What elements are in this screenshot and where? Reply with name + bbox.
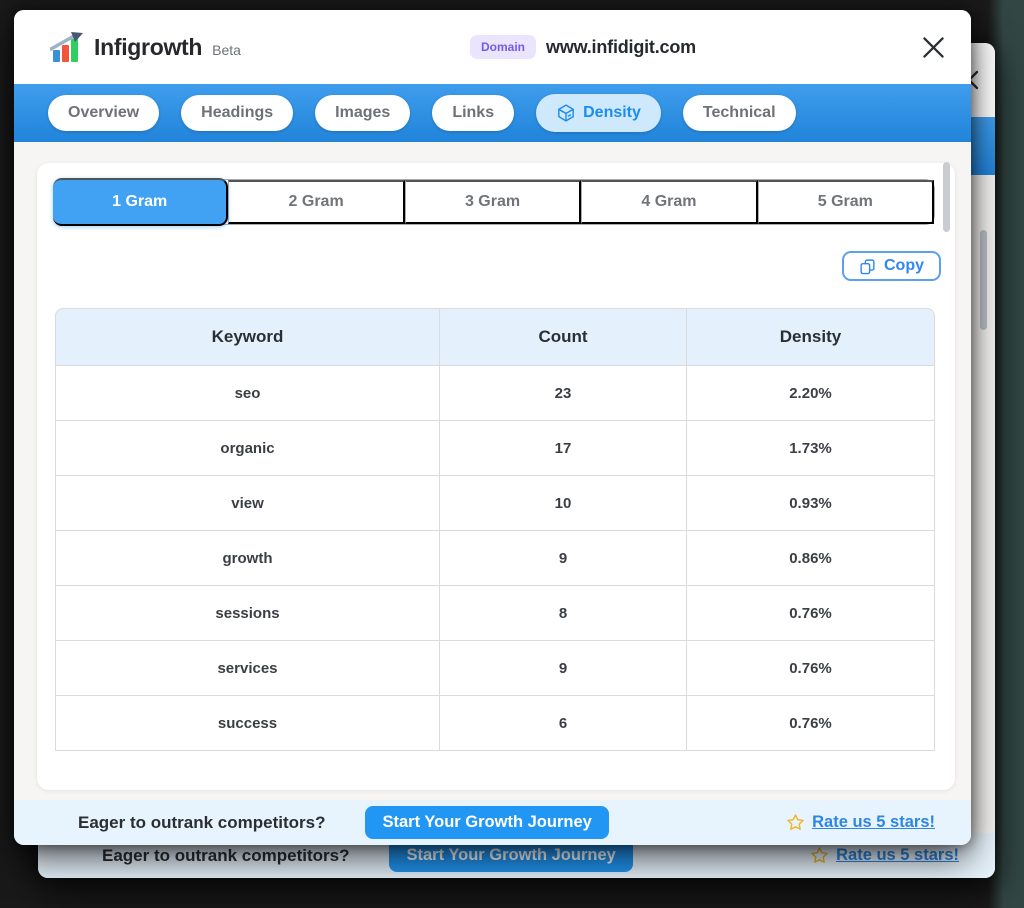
column-header-density: Density [687,308,935,366]
brand: Infigrowth Beta [38,32,241,62]
modal-header: Infigrowth Beta Domain www.infidigit.com [14,10,971,84]
footer-question: Eager to outrank competitors? [78,813,325,833]
tab-label: Density [583,104,641,122]
cell-count: 23 [440,366,687,421]
copy-button[interactable]: Copy [842,251,941,281]
rate-us-link[interactable]: Rate us 5 stars! [836,846,959,865]
cell-count: 17 [440,421,687,476]
table-header-row: Keyword Count Density [55,308,935,366]
table-row: organic 17 1.73% [55,421,935,476]
cell-density: 0.76% [687,641,935,696]
cell-count: 9 [440,641,687,696]
tab-images[interactable]: Images [315,95,410,131]
copy-icon [859,258,876,275]
gram-tab-4[interactable]: 4 Gram [581,180,757,224]
tab-technical[interactable]: Technical [683,95,796,131]
brand-beta-label: Beta [212,42,241,58]
cell-keyword: success [55,696,440,751]
tab-label: Links [452,104,494,122]
star-icon [786,813,805,832]
tab-density[interactable]: Density [536,94,661,132]
cube-icon [556,103,576,123]
tab-label: Headings [201,104,273,122]
domain-badge: Domain [470,35,536,59]
table-row: services 9 0.76% [55,641,935,696]
tab-links[interactable]: Links [432,95,514,131]
column-header-count: Count [440,308,687,366]
gram-tab-5[interactable]: 5 Gram [758,180,934,224]
cell-count: 10 [440,476,687,531]
cell-density: 2.20% [687,366,935,421]
domain-group: Domain www.infidigit.com [470,10,696,84]
column-header-keyword: Keyword [55,308,440,366]
background-scrollbar[interactable] [980,230,987,330]
star-icon [810,846,829,865]
cell-count: 6 [440,696,687,751]
cell-density: 0.76% [687,586,935,641]
content-area: 1 Gram 2 Gram 3 Gram 4 Gram 5 Gram Copy [14,142,971,800]
infigrowth-logo-icon [50,32,86,62]
close-icon [921,35,946,60]
start-growth-journey-button[interactable]: Start Your Growth Journey [365,806,608,839]
modal-footer: Eager to outrank competitors? Start Your… [14,800,971,845]
copy-label: Copy [884,257,924,275]
cell-keyword: organic [55,421,440,476]
tab-overview[interactable]: Overview [48,95,159,131]
cell-keyword: seo [55,366,440,421]
cell-density: 0.86% [687,531,935,586]
tab-label: Overview [68,104,139,122]
close-button[interactable] [919,33,947,61]
infigrowth-modal: Infigrowth Beta Domain www.infidigit.com… [14,10,971,845]
tab-headings[interactable]: Headings [181,95,293,131]
table-row: sessions 8 0.76% [55,586,935,641]
cell-count: 8 [440,586,687,641]
brand-name: Infigrowth [94,34,202,61]
cell-count: 9 [440,531,687,586]
tab-label: Technical [703,104,776,122]
domain-url: www.infidigit.com [546,37,696,58]
table-row: view 10 0.93% [55,476,935,531]
cell-density: 1.73% [687,421,935,476]
table-row: success 6 0.76% [55,696,935,751]
density-card: 1 Gram 2 Gram 3 Gram 4 Gram 5 Gram Copy [37,163,955,790]
nav-bar: Overview Headings Images Links Density T… [14,84,971,142]
cell-keyword: view [55,476,440,531]
gram-tab-3[interactable]: 3 Gram [405,180,581,224]
tab-label: Images [335,104,390,122]
keyword-density-table: Keyword Count Density seo 23 2.20% organ… [55,308,935,751]
gram-tab-1[interactable]: 1 Gram [53,178,228,226]
cell-density: 0.93% [687,476,935,531]
cell-keyword: services [55,641,440,696]
table-row: seo 23 2.20% [55,366,935,421]
table-row: growth 9 0.86% [55,531,935,586]
cell-keyword: growth [55,531,440,586]
cell-density: 0.76% [687,696,935,751]
gram-tab-2[interactable]: 2 Gram [228,180,404,224]
modal-scrollbar[interactable] [943,162,950,232]
cell-keyword: sessions [55,586,440,641]
gram-tab-bar: 1 Gram 2 Gram 3 Gram 4 Gram 5 Gram [53,179,935,225]
footer-question: Eager to outrank competitors? [102,846,349,866]
rate-us-link[interactable]: Rate us 5 stars! [812,813,935,832]
